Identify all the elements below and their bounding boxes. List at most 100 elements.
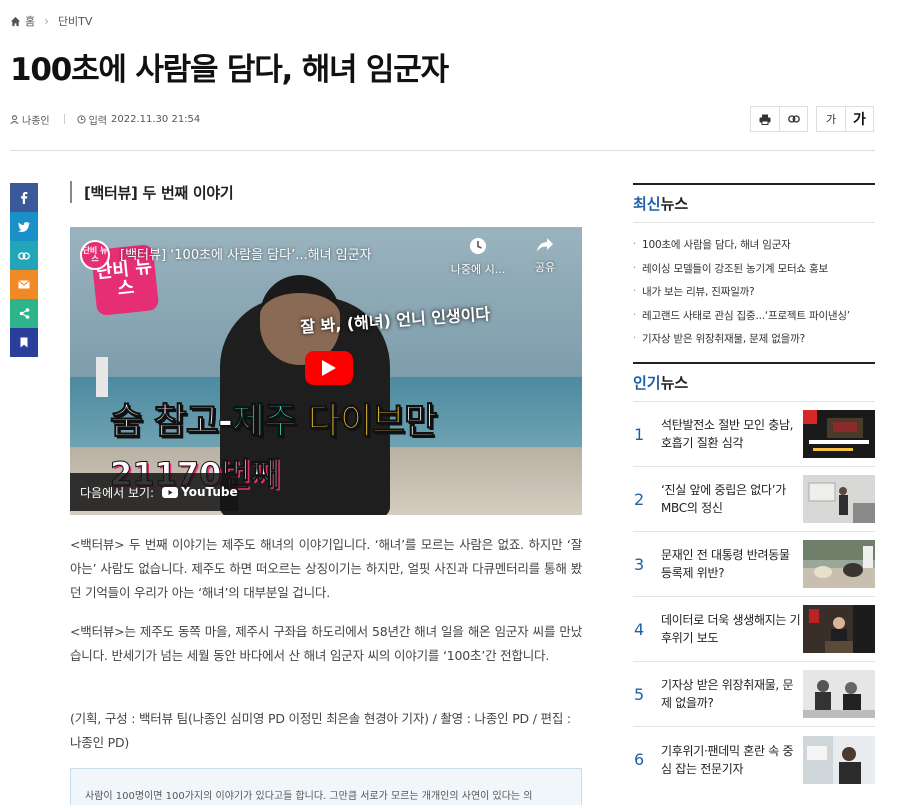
play-button[interactable] — [305, 351, 353, 385]
youtube-logo: YouTube — [162, 485, 238, 499]
article-subheading: [백터뷰] 두 번째 이야기 — [70, 181, 234, 203]
share-arrow-icon — [537, 238, 553, 252]
popular-news-item[interactable]: 5 기자상 받은 위장취재물, 문제 없을까? — [633, 662, 875, 727]
share-icon — [19, 308, 29, 319]
facebook-icon — [21, 192, 28, 204]
breadcrumb: 홈 › 단비TV — [10, 12, 92, 30]
article-info-box: 사람이 100명이면 100가지의 이야기가 있다고들 합니다. 그만큼 서로가… — [70, 768, 582, 805]
latest-heading-accent: 최신 — [633, 195, 661, 213]
breadcrumb-home[interactable]: 홈 — [25, 13, 35, 29]
share-bar — [10, 183, 38, 357]
youtube-wordmark: YouTube — [181, 485, 238, 499]
latest-news-item[interactable]: · 레이싱 모델들이 강조된 농기계 모터쇼 홍보 — [633, 257, 875, 281]
article-tools: 가 가 — [750, 106, 874, 132]
page-title: 100초에 사람을 담다, 해녀 임군자 — [10, 52, 449, 88]
latest-heading-rest: 뉴스 — [660, 195, 689, 213]
popular-rank: 4 — [634, 619, 645, 639]
share-label: 공유 — [534, 261, 556, 274]
video-title[interactable]: [백터뷰] ‘100초에 사람을 담다’...해녀 임군자 — [120, 244, 372, 263]
font-size-group: 가 가 — [816, 106, 874, 132]
popular-title: 문재인 전 대통령 반려동물 등록제 위반? — [661, 548, 790, 580]
youtube-icon — [162, 486, 179, 498]
caption-part-4: 만 — [403, 401, 437, 443]
watch-on-youtube-button[interactable]: 다음에서 보기: YouTube — [70, 473, 238, 511]
meta-divider — [63, 114, 65, 124]
article-credit: (기획, 구성 : 백터뷰 팀(나종인 심미영 PD 이정민 최은솔 현경아 기… — [70, 711, 571, 750]
caption-part-3: 다이브 — [307, 401, 405, 443]
channel-avatar[interactable]: 단비 뉴스 — [80, 240, 110, 270]
popular-title: 석탄발전소 절반 모인 충남, 호흡기 질환 심각 — [661, 418, 794, 450]
article-paragraph-1: <백터뷰> 두 번째 이야기는 제주도 해녀의 이야기입니다. ‘해녀’를 모르… — [70, 537, 582, 600]
popular-thumbnail — [803, 735, 875, 784]
latest-news-item[interactable]: · 기자상 받은 위장취재물, 문제 없을까? — [633, 327, 875, 351]
clock-icon — [470, 238, 486, 254]
popular-title: 기자상 받은 위장취재물, 문제 없을까? — [661, 678, 794, 710]
popular-news-section: 인기 뉴스 1 석탄발전소 절반 모인 충남, 호흡기 질환 심각 2 ‘진실 앞… — [633, 362, 875, 792]
popular-news-item[interactable]: 3 문재인 전 대통령 반려동물 등록제 위반? — [633, 532, 875, 597]
popular-thumbnail — [803, 475, 875, 523]
clock-icon — [77, 114, 86, 124]
link-share-button[interactable] — [10, 241, 38, 270]
article-paragraph-2: <백터뷰>는 제주도 동쪽 마을, 제주시 구좌읍 하도리에서 58년간 해녀 … — [70, 624, 582, 663]
publish-date: 2022.11.30 21:54 — [111, 113, 201, 125]
header-divider — [10, 150, 875, 151]
print-icon — [759, 114, 771, 125]
share-button[interactable] — [10, 299, 38, 328]
popular-rank: 1 — [634, 424, 645, 444]
video-player[interactable]: 단비 뉴스 단비 뉴스 [백터뷰] ‘100초에 사람을 담다’...해녀 임군… — [70, 227, 582, 515]
popular-thumbnail — [803, 540, 875, 588]
link-icon — [18, 251, 30, 260]
popular-rank: 2 — [634, 489, 645, 509]
popular-news-item[interactable]: 4 데이터로 더욱 생생해지는 기후위기 보도 — [633, 597, 875, 662]
twitter-icon — [18, 221, 30, 232]
popular-heading-rest: 뉴스 — [660, 374, 689, 392]
latest-news-heading: 최신 뉴스 — [633, 183, 875, 223]
video-caption-big: 숨 참고-제주 다이브만 — [110, 392, 438, 444]
popular-rank: 5 — [634, 684, 645, 704]
chevron-right-icon: › — [44, 14, 49, 28]
twitter-share-button[interactable] — [10, 212, 38, 241]
font-larger-button[interactable]: 가 — [845, 107, 873, 131]
popular-news-item[interactable]: 2 ‘진실 앞에 중립은 없다’가 MBC의 정신 — [633, 467, 875, 532]
popular-news-heading: 인기 뉴스 — [633, 362, 875, 402]
article-meta: 나종인 입력 2022.11.30 21:54 — [10, 110, 200, 128]
watch-later-button[interactable]: 나중에 시... — [448, 237, 508, 277]
mail-icon — [18, 280, 30, 289]
popular-thumbnail — [803, 605, 875, 653]
latest-news-item[interactable]: · 레고랜드 사태로 관심 집중...‘프로젝트 파이낸싱’ — [633, 304, 875, 328]
latest-news-item[interactable]: · 100초에 사람을 담다, 해녀 임군자 — [633, 233, 875, 257]
latest-news-item[interactable]: · 내가 보는 리뷰, 진짜일까? — [633, 280, 875, 304]
popular-heading-accent: 인기 — [633, 374, 661, 392]
font-smaller-button[interactable]: 가 — [817, 107, 845, 131]
bookmark-icon — [20, 337, 28, 348]
author-name: 나종인 — [22, 115, 50, 127]
breadcrumb-section[interactable]: 단비TV — [58, 13, 92, 29]
facebook-share-button[interactable] — [10, 183, 38, 212]
popular-thumbnail — [803, 670, 875, 718]
play-icon — [322, 360, 336, 376]
link-icon — [787, 115, 800, 123]
popular-thumbnail — [803, 410, 875, 458]
date-label: 입력 — [88, 115, 108, 127]
watch-on-label: 다음에서 보기: — [80, 485, 155, 500]
popular-rank: 3 — [634, 554, 645, 574]
copy-link-button[interactable] — [779, 107, 807, 131]
caption-part-2: 제주 — [231, 401, 308, 443]
home-icon[interactable] — [10, 16, 21, 27]
print-share-group — [750, 106, 808, 132]
person-icon — [10, 114, 19, 124]
bookmark-button[interactable] — [10, 328, 38, 357]
popular-title: ‘진실 앞에 중립은 없다’가 MBC의 정신 — [661, 483, 786, 515]
video-lighthouse — [96, 357, 108, 397]
latest-news-list: · 100초에 사람을 담다, 해녀 임군자 · 레이싱 모델들이 강조된 농기계 … — [633, 223, 875, 351]
watch-later-label: 나중에 시... — [450, 263, 506, 276]
popular-rank: 6 — [634, 750, 645, 769]
print-button[interactable] — [751, 107, 779, 131]
caption-part-1: 숨 참고- — [110, 401, 234, 443]
popular-title: 데이터로 더욱 생생해지는 기후위기 보도 — [661, 613, 801, 645]
popular-news-item[interactable]: 1 석탄발전소 절반 모인 충남, 호흡기 질환 심각 — [633, 402, 875, 467]
video-share-button[interactable]: 공유 — [515, 237, 575, 275]
latest-news-section: 최신 뉴스 · 100초에 사람을 담다, 해녀 임군자 · 레이싱 모델들이 강조된… — [633, 183, 875, 351]
popular-news-item[interactable]: 6 기후위기·팬데믹 혼란 속 중심 잡는 전문기자 — [633, 727, 875, 792]
email-share-button[interactable] — [10, 270, 38, 299]
